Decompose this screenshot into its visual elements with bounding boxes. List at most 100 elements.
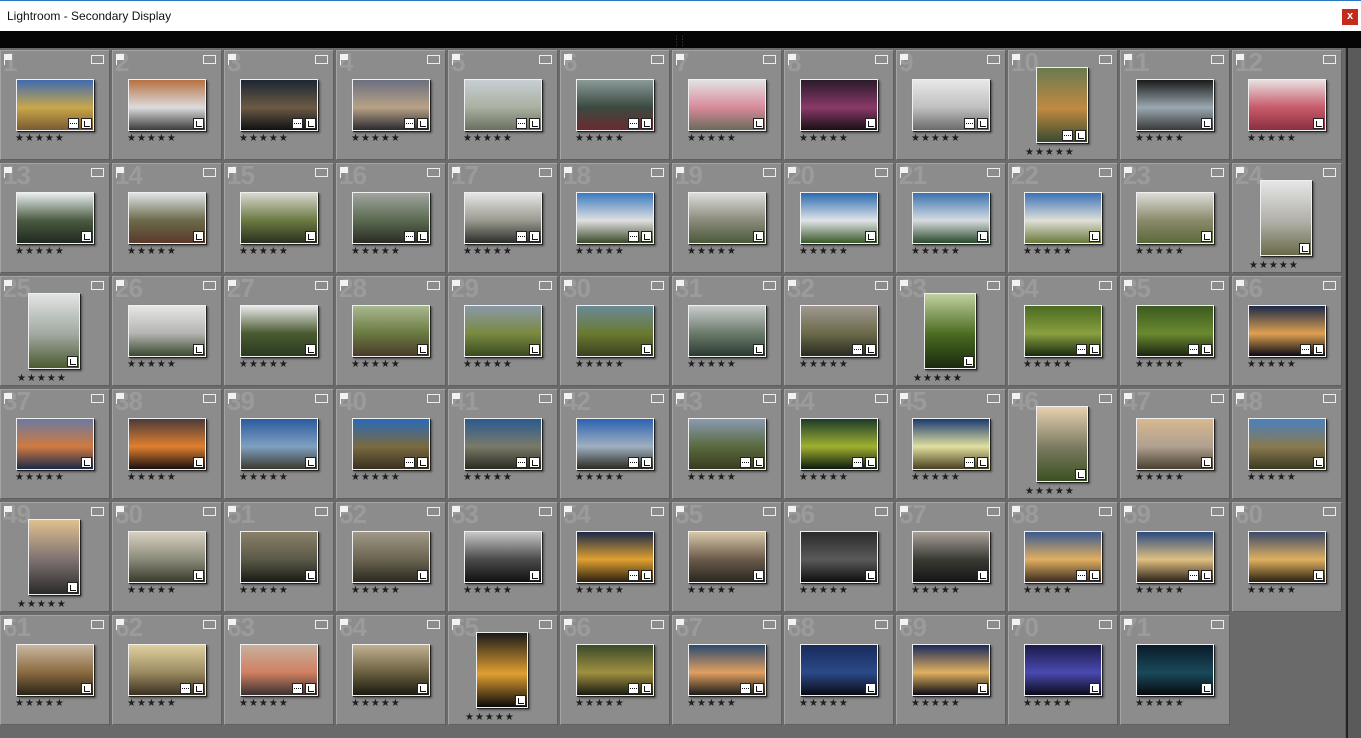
- thumbnail-cell[interactable]: 7 ★★★★★: [672, 50, 782, 160]
- star-rating[interactable]: ★★★★★: [463, 246, 513, 257]
- star-rating[interactable]: ★★★★★: [239, 133, 289, 144]
- flag-icon[interactable]: [1012, 506, 1022, 517]
- flag-icon[interactable]: [788, 506, 798, 517]
- quick-collection-icon[interactable]: [91, 394, 104, 403]
- quick-collection-icon[interactable]: [987, 168, 1000, 177]
- thumbnail-cell[interactable]: 14 ★★★★★: [112, 163, 222, 273]
- flag-icon[interactable]: [340, 506, 350, 517]
- quick-collection-icon[interactable]: [987, 281, 1000, 290]
- star-rating[interactable]: ★★★★★: [127, 585, 177, 596]
- quick-collection-icon[interactable]: [1211, 620, 1224, 629]
- quick-collection-icon[interactable]: [651, 620, 664, 629]
- photo-thumbnail[interactable]: [800, 644, 878, 696]
- thumbnail-cell[interactable]: 44 ★★★★★: [784, 389, 894, 499]
- flag-icon[interactable]: [1012, 167, 1022, 178]
- flag-icon[interactable]: [228, 393, 238, 404]
- quick-collection-icon[interactable]: [651, 394, 664, 403]
- quick-collection-icon[interactable]: [91, 620, 104, 629]
- star-rating[interactable]: ★★★★★: [351, 133, 401, 144]
- thumbnail-cell[interactable]: 56 ★★★★★: [784, 502, 894, 612]
- thumbnail-cell[interactable]: 8 ★★★★★: [784, 50, 894, 160]
- photo-thumbnail[interactable]: [352, 531, 430, 583]
- photo-thumbnail[interactable]: [1136, 418, 1214, 470]
- star-rating[interactable]: ★★★★★: [575, 698, 625, 709]
- quick-collection-icon[interactable]: [91, 281, 104, 290]
- quick-collection-icon[interactable]: [875, 394, 888, 403]
- flag-icon[interactable]: [564, 393, 574, 404]
- flag-icon[interactable]: [1236, 54, 1246, 65]
- photo-thumbnail[interactable]: [800, 531, 878, 583]
- thumbnail-cell[interactable]: 53 ★★★★★: [448, 502, 558, 612]
- star-rating[interactable]: ★★★★★: [911, 246, 961, 257]
- flag-icon[interactable]: [676, 619, 686, 630]
- photo-thumbnail[interactable]: [128, 418, 206, 470]
- thumbnail-cell[interactable]: 11 ★★★★★: [1120, 50, 1230, 160]
- flag-icon[interactable]: [788, 280, 798, 291]
- thumbnail-cell[interactable]: 63 ★★★★★: [224, 615, 334, 725]
- flag-icon[interactable]: [900, 280, 910, 291]
- quick-collection-icon[interactable]: [539, 620, 552, 629]
- photo-thumbnail[interactable]: [924, 293, 976, 369]
- flag-icon[interactable]: [116, 167, 126, 178]
- star-rating[interactable]: ★★★★★: [127, 698, 177, 709]
- photo-thumbnail[interactable]: [576, 79, 654, 131]
- star-rating[interactable]: ★★★★★: [239, 585, 289, 596]
- star-rating[interactable]: ★★★★★: [127, 359, 177, 370]
- flag-icon[interactable]: [116, 619, 126, 630]
- thumbnail-cell[interactable]: 66 ★★★★★: [560, 615, 670, 725]
- quick-collection-icon[interactable]: [1323, 168, 1336, 177]
- photo-thumbnail[interactable]: [1248, 418, 1326, 470]
- photo-thumbnail[interactable]: [576, 531, 654, 583]
- thumbnail-cell[interactable]: 29 ★★★★★: [448, 276, 558, 386]
- flag-icon[interactable]: [228, 167, 238, 178]
- flag-icon[interactable]: [564, 506, 574, 517]
- photo-thumbnail[interactable]: [688, 418, 766, 470]
- photo-thumbnail[interactable]: [1024, 531, 1102, 583]
- thumbnail-cell[interactable]: 38 ★★★★★: [112, 389, 222, 499]
- flag-icon[interactable]: [1124, 619, 1134, 630]
- thumbnail-cell[interactable]: 68 ★★★★★: [784, 615, 894, 725]
- quick-collection-icon[interactable]: [1211, 394, 1224, 403]
- photo-thumbnail[interactable]: [240, 305, 318, 357]
- star-rating[interactable]: ★★★★★: [1247, 359, 1297, 370]
- star-rating[interactable]: ★★★★★: [17, 599, 67, 610]
- star-rating[interactable]: ★★★★★: [127, 246, 177, 257]
- photo-thumbnail[interactable]: [128, 305, 206, 357]
- flag-icon[interactable]: [4, 393, 14, 404]
- thumbnail-cell[interactable]: 23 ★★★★★: [1120, 163, 1230, 273]
- flag-icon[interactable]: [900, 506, 910, 517]
- flag-icon[interactable]: [788, 54, 798, 65]
- thumbnail-cell[interactable]: 34 ★★★★★: [1008, 276, 1118, 386]
- quick-collection-icon[interactable]: [987, 55, 1000, 64]
- thumbnail-cell[interactable]: 15 ★★★★★: [224, 163, 334, 273]
- flag-icon[interactable]: [4, 280, 14, 291]
- star-rating[interactable]: ★★★★★: [799, 246, 849, 257]
- photo-thumbnail[interactable]: [28, 293, 80, 369]
- thumbnail-cell[interactable]: 50 ★★★★★: [112, 502, 222, 612]
- star-rating[interactable]: ★★★★★: [1135, 698, 1185, 709]
- thumbnail-cell[interactable]: 39 ★★★★★: [224, 389, 334, 499]
- photo-thumbnail[interactable]: [688, 79, 766, 131]
- thumbnail-cell[interactable]: 5 ★★★★★: [448, 50, 558, 160]
- quick-collection-icon[interactable]: [315, 281, 328, 290]
- thumbnail-cell[interactable]: 9 ★★★★★: [896, 50, 1006, 160]
- photo-thumbnail[interactable]: [688, 305, 766, 357]
- thumbnail-cell[interactable]: 4 ★★★★★: [336, 50, 446, 160]
- star-rating[interactable]: ★★★★★: [351, 472, 401, 483]
- quick-collection-icon[interactable]: [427, 168, 440, 177]
- flag-icon[interactable]: [116, 506, 126, 517]
- flag-icon[interactable]: [564, 54, 574, 65]
- star-rating[interactable]: ★★★★★: [1023, 698, 1073, 709]
- photo-thumbnail[interactable]: [240, 418, 318, 470]
- flag-icon[interactable]: [676, 167, 686, 178]
- quick-collection-icon[interactable]: [875, 55, 888, 64]
- thumbnail-cell[interactable]: 67 ★★★★★: [672, 615, 782, 725]
- flag-icon[interactable]: [1012, 393, 1022, 404]
- photo-thumbnail[interactable]: [1024, 644, 1102, 696]
- photo-thumbnail[interactable]: [16, 79, 94, 131]
- star-rating[interactable]: ★★★★★: [575, 472, 625, 483]
- photo-thumbnail[interactable]: [476, 632, 528, 708]
- star-rating[interactable]: ★★★★★: [15, 698, 65, 709]
- flag-icon[interactable]: [4, 167, 14, 178]
- quick-collection-icon[interactable]: [763, 620, 776, 629]
